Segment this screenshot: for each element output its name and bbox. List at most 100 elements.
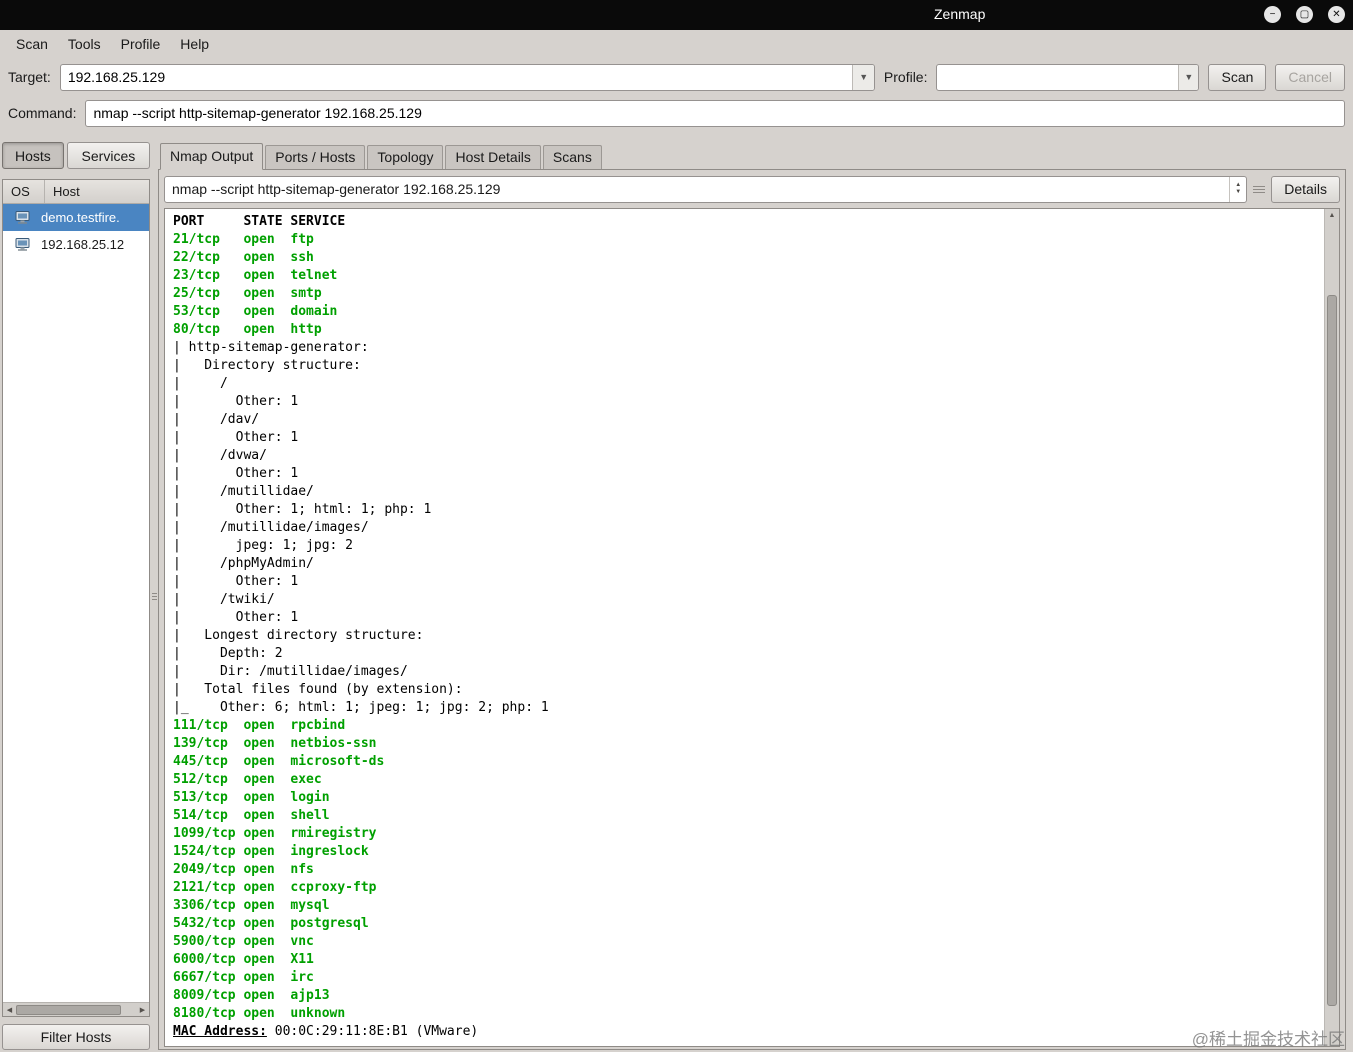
titlebar: Zenmap − ▢ ✕ (0, 0, 1353, 30)
tab-host-details[interactable]: Host Details (445, 145, 541, 169)
output-line: | Other: 1 (173, 394, 299, 409)
watermark: @稀土掘金技术社区 (1191, 1030, 1345, 1049)
close-icon[interactable]: ✕ (1328, 6, 1345, 23)
output-line: 1099/tcp open rmiregistry (173, 826, 377, 841)
os-column-header[interactable]: OS (3, 180, 45, 203)
services-toggle-button[interactable]: Services (66, 142, 150, 169)
output-line: | Other: 1 (173, 466, 299, 481)
output-line: | Other: 1 (173, 430, 299, 445)
profile-combo: ▼ (936, 63, 1200, 91)
target-input[interactable] (60, 64, 853, 90)
hosts-panel: Hosts Services OS Host demo.testfire. 192… (2, 142, 150, 1050)
results-panel: Nmap Output Ports / Hosts Topology Host Det… (158, 142, 1346, 1050)
command-label: Command: (8, 105, 77, 121)
output-line: 5432/tcp open postgresql (173, 916, 369, 931)
output-line: 512/tcp open exec (173, 772, 322, 787)
output-line: 445/tcp open microsoft-ds (173, 754, 385, 769)
spinner-icon[interactable]: ▲ ▼ (1229, 176, 1246, 202)
output-line: | Other: 1 (173, 610, 299, 625)
menubar: Scan Tools Profile Help (0, 30, 1353, 58)
nmap-output-tab-panel: nmap --script http-sitemap-generator 192… (158, 169, 1346, 1050)
filter-hosts-button[interactable]: Filter Hosts (2, 1024, 150, 1050)
hosts-toggle-button[interactable]: Hosts (2, 142, 64, 169)
output-line: 6000/tcp open X11 (173, 952, 314, 967)
output-line: 6667/tcp open irc (173, 970, 314, 985)
window-controls: − ▢ ✕ (1264, 6, 1345, 23)
host-icon (3, 211, 41, 224)
output-line: 2121/tcp open ccproxy-ftp (173, 880, 377, 895)
cancel-button[interactable]: Cancel (1275, 63, 1345, 91)
host-row[interactable]: 192.168.25.12 (3, 231, 149, 258)
horizontal-scrollbar-thumb[interactable] (16, 1004, 122, 1015)
nmap-output-text[interactable]: PORT STATE SERVICE 21/tcp open ftp 22/tcp … (165, 209, 1324, 1046)
profile-dropdown-icon[interactable]: ▼ (1178, 64, 1199, 90)
output-line: 1524/tcp open ingreslock (173, 844, 369, 859)
output-line: | /dvwa/ (173, 448, 267, 463)
scroll-up-icon[interactable]: ▲ (1325, 212, 1339, 219)
menu-item-profile[interactable]: Profile (111, 32, 171, 56)
output-line: 53/tcp open domain (173, 304, 338, 319)
output-line: | Other: 1; html: 1; php: 1 (173, 502, 432, 517)
output-line: 25/tcp open smtp (173, 286, 322, 301)
scan-command-combo[interactable]: nmap --script http-sitemap-generator 192… (164, 175, 1248, 203)
host-list: OS Host demo.testfire. 192.168.25.12 ◀ ▶ (2, 179, 150, 1017)
output-line: | jpeg: 1; jpg: 2 (173, 538, 354, 553)
output-line: 23/tcp open telnet (173, 268, 338, 283)
tab-nmap-output[interactable]: Nmap Output (160, 143, 264, 170)
output-line: | /twiki/ (173, 592, 275, 607)
details-button[interactable]: Details (1271, 175, 1340, 203)
tab-topology[interactable]: Topology (367, 145, 444, 169)
host-list-body: demo.testfire. 192.168.25.12 (3, 204, 149, 1002)
output-line: | Depth: 2 (173, 646, 283, 661)
output-line: 111/tcp open rpcbind (173, 718, 346, 733)
menu-item-tools[interactable]: Tools (58, 32, 111, 56)
output-toolbar: nmap --script http-sitemap-generator 192… (164, 175, 1340, 203)
tab-scans[interactable]: Scans (542, 145, 602, 169)
output-line: | Dir: /mutillidae/images/ (173, 664, 408, 679)
window-title: Zenmap (934, 6, 986, 22)
host-column-header[interactable]: Host (45, 180, 149, 203)
output-line: | / (173, 376, 228, 391)
command-input[interactable] (86, 105, 1344, 121)
command-bar: Command: (0, 96, 1353, 130)
host-list-header: OS Host (3, 180, 149, 204)
output-line: | http-sitemap-generator: (173, 340, 369, 355)
mac-address-label: MAC Address: (173, 1024, 267, 1039)
output-line: | Total files found (by extension): (173, 682, 463, 697)
output-line: | Longest directory structure: (173, 628, 424, 643)
host-row[interactable]: demo.testfire. (3, 204, 149, 231)
maximize-icon[interactable]: ▢ (1296, 6, 1313, 23)
output-line: | Directory structure: (173, 358, 361, 373)
output-line: 8009/tcp open ajp13 (173, 988, 330, 1003)
menu-item-scan[interactable]: Scan (6, 32, 58, 56)
output-line: MAC Address: 00:0C:29:11:8E:B1 (VMware) (173, 1024, 479, 1039)
output-line: 139/tcp open netbios-ssn (173, 736, 377, 751)
output-line: | Other: 1 (173, 574, 299, 589)
hosts-services-switch: Hosts Services (2, 142, 150, 169)
scroll-right-icon[interactable]: ▶ (136, 1006, 149, 1014)
host-name: 192.168.25.12 (41, 237, 125, 252)
minimize-icon[interactable]: − (1264, 6, 1281, 23)
splitter-grip-icon (151, 592, 157, 600)
pane-splitter[interactable] (150, 142, 158, 1050)
vertical-scrollbar-thumb[interactable] (1327, 295, 1337, 1006)
output-line: | /mutillidae/images/ (173, 520, 369, 535)
host-icon (3, 238, 41, 251)
output-line: | /mutillidae/ (173, 484, 314, 499)
output-line: | /dav/ (173, 412, 260, 427)
target-label: Target: (8, 69, 51, 85)
profile-input[interactable] (937, 64, 1179, 90)
output-line: |_ Other: 6; html: 1; jpeg: 1; jpg: 2; p… (173, 700, 549, 715)
output-line: 80/tcp open http (173, 322, 322, 337)
tab-bar: Nmap Output Ports / Hosts Topology Host Det… (158, 142, 1346, 170)
vertical-scrollbar[interactable]: ▲ (1324, 209, 1339, 1046)
tab-ports-hosts[interactable]: Ports / Hosts (265, 145, 366, 169)
command-entry (85, 99, 1345, 127)
menu-item-help[interactable]: Help (170, 32, 219, 56)
target-combo: ▼ (59, 63, 875, 91)
profile-label: Profile: (883, 69, 928, 85)
scroll-left-icon[interactable]: ◀ (3, 1006, 16, 1014)
horizontal-scrollbar[interactable]: ◀ ▶ (3, 1002, 149, 1016)
scan-button[interactable]: Scan (1208, 63, 1267, 91)
target-dropdown-icon[interactable]: ▼ (852, 64, 874, 90)
